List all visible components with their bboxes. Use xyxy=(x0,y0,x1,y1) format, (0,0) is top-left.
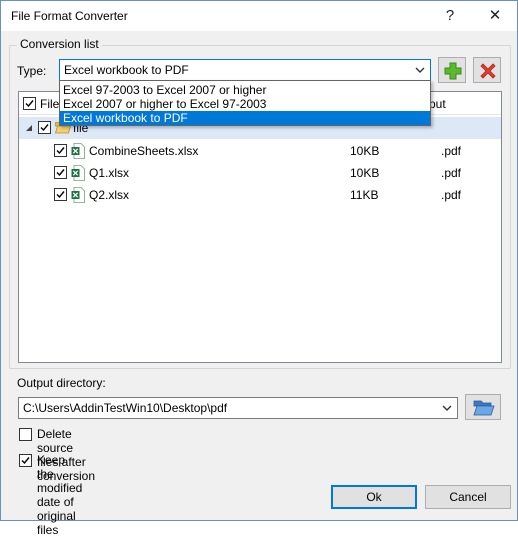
folder-checkbox[interactable] xyxy=(38,121,51,134)
output-directory-value: C:\Users\AddinTestWin10\Desktop\pdf xyxy=(23,401,228,415)
file-name: Q2.xlsx xyxy=(89,188,130,202)
file-output-ext: .pdf xyxy=(441,144,462,158)
file-name: Q1.xlsx xyxy=(89,166,130,180)
conversion-list-legend: Conversion list xyxy=(17,37,102,51)
column-file-header[interactable]: File xyxy=(40,97,59,111)
output-directory-label: Output directory: xyxy=(17,376,106,390)
add-files-button[interactable] xyxy=(438,57,466,83)
close-button[interactable]: ✕ xyxy=(484,5,506,27)
file-size: 10KB xyxy=(350,144,380,158)
remove-files-button[interactable] xyxy=(473,57,501,83)
type-combobox-value: Excel workbook to PDF xyxy=(64,63,189,77)
file-output-ext: .pdf xyxy=(441,166,462,180)
title-bar: File Format Converter ? ✕ xyxy=(1,1,517,31)
file-size: 10KB xyxy=(350,166,380,180)
excel-file-icon xyxy=(71,165,85,181)
keep-date-checkbox[interactable] xyxy=(19,454,32,467)
file-output-ext: .pdf xyxy=(441,188,462,202)
chevron-down-icon xyxy=(415,67,425,73)
browse-folder-button[interactable] xyxy=(465,394,501,420)
file-row[interactable]: Q1.xlsx 10KB .pdf xyxy=(19,162,501,184)
expand-triangle-icon[interactable] xyxy=(25,124,33,132)
type-option[interactable]: Excel 2007 or higher to Excel 97-2003 xyxy=(60,97,430,111)
excel-file-icon xyxy=(71,143,85,159)
type-option[interactable]: Excel 97-2003 to Excel 2007 or higher xyxy=(60,83,430,97)
delete-source-checkbox[interactable] xyxy=(19,428,32,441)
folder-open-icon xyxy=(473,400,495,416)
file-size: 11KB xyxy=(350,188,379,202)
file-format-converter-dialog: File Format Converter ? ✕ Conversion lis… xyxy=(0,0,518,537)
red-x-icon xyxy=(480,63,496,79)
excel-file-icon xyxy=(71,187,85,203)
output-directory-combobox[interactable]: C:\Users\AddinTestWin10\Desktop\pdf xyxy=(18,397,458,419)
file-row[interactable]: CombineSheets.xlsx 10KB .pdf xyxy=(19,140,501,162)
type-dropdown-list[interactable]: Excel 97-2003 to Excel 2007 or higher Ex… xyxy=(59,80,431,126)
cancel-button[interactable]: Cancel xyxy=(425,485,511,509)
type-option-selected[interactable]: Excel workbook to PDF xyxy=(60,111,430,125)
type-label: Type: xyxy=(17,64,47,78)
type-combobox[interactable]: Excel workbook to PDF xyxy=(59,59,431,81)
window-title: File Format Converter xyxy=(11,9,128,23)
file-row[interactable]: Q2.xlsx 11KB .pdf xyxy=(19,184,501,206)
chevron-down-icon xyxy=(442,405,452,411)
file-name: CombineSheets.xlsx xyxy=(89,144,199,158)
select-all-checkbox[interactable] xyxy=(23,97,36,110)
column-output-header[interactable]: put xyxy=(429,97,446,111)
file-row-checkbox[interactable] xyxy=(54,144,67,157)
keep-date-label[interactable]: Keep the modified date of original files xyxy=(37,453,82,537)
file-list[interactable]: File put file CombineSheets.xlsx 10KB .p… xyxy=(18,91,502,363)
ok-button[interactable]: Ok xyxy=(331,485,417,509)
plus-icon xyxy=(444,62,462,80)
file-row-checkbox[interactable] xyxy=(54,166,67,179)
file-row-checkbox[interactable] xyxy=(54,188,67,201)
help-button[interactable]: ? xyxy=(439,5,461,27)
